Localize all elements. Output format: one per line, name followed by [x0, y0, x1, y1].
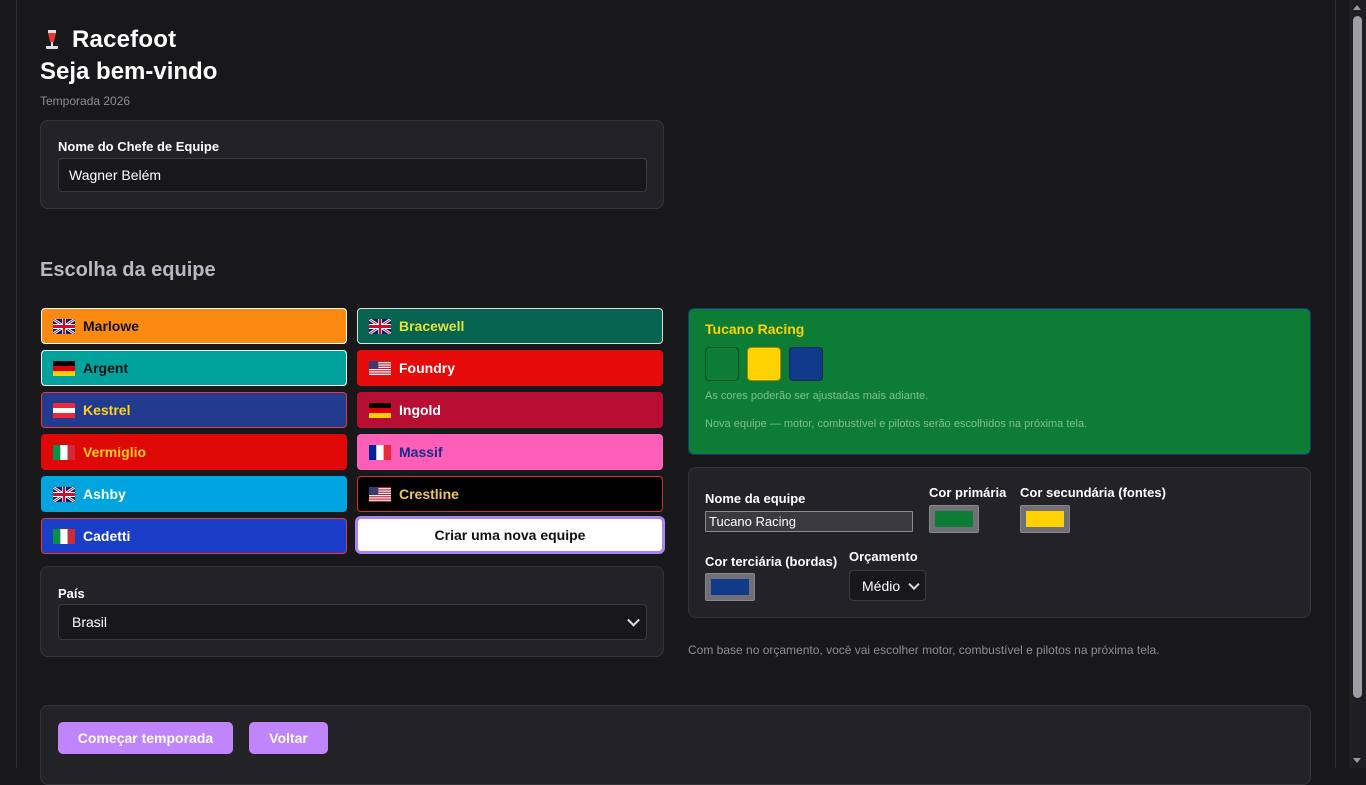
budget-label: Orçamento	[849, 549, 918, 564]
frame-left-line	[16, 0, 17, 768]
preview-team-name: Tucano Racing	[705, 321, 805, 337]
team-option-kestrel[interactable]: Kestrel	[41, 392, 347, 428]
team-option-label: Foundry	[399, 360, 455, 376]
frame-right-line	[1335, 0, 1336, 768]
germany-flag-icon	[369, 402, 391, 418]
secondary-color-swatch	[747, 347, 781, 381]
trophy-icon	[46, 30, 58, 49]
country-card: País Brasil	[40, 566, 664, 657]
primary-color-swatch	[705, 347, 739, 381]
page-title: Seja bem-vindo	[40, 58, 218, 85]
team-option-label: Argent	[83, 360, 129, 376]
team-name-label: Nome da equipe	[705, 491, 806, 506]
budget-select[interactable]: Médio	[849, 570, 926, 601]
preview-note-colors: As cores poderão ser ajustadas mais adia…	[705, 390, 929, 402]
start-season-button[interactable]: Começar temporada	[58, 722, 233, 754]
brand: Racefoot	[40, 26, 176, 54]
team-option-label: Kestrel	[83, 402, 131, 418]
scrollbar[interactable]	[1349, 0, 1366, 768]
austria-flag-icon	[53, 402, 75, 418]
tertiary-color-label: Cor terciária (bordas)	[705, 554, 838, 569]
team-option-bracewell[interactable]: Bracewell	[357, 308, 663, 344]
germany-flag-icon	[53, 360, 75, 376]
chevron-down-icon	[627, 613, 640, 627]
team-preview-card: Tucano Racing As cores poderão ser ajust…	[688, 308, 1311, 455]
scroll-down-arrow-icon[interactable]	[1353, 758, 1361, 763]
preview-note-new-team: Nova equipe — motor, combustível e pilot…	[705, 418, 1088, 430]
manager-name-label: Nome do Chefe de Equipe	[58, 139, 220, 154]
scroll-up-arrow-icon[interactable]	[1353, 5, 1361, 10]
manager-name-input[interactable]: Wagner Belém	[58, 158, 647, 192]
team-option-foundry[interactable]: Foundry	[357, 350, 663, 386]
create-team-button[interactable]: Criar uma nova equipe	[355, 516, 665, 554]
team-option-label: Marlowe	[83, 318, 140, 334]
team-option-label: Bracewell	[399, 318, 465, 334]
country-label: País	[58, 586, 85, 601]
team-option-label: Ashby	[83, 486, 126, 502]
team-option-label: Massif	[399, 444, 443, 460]
tertiary-color-picker[interactable]	[705, 573, 755, 601]
uk-flag-icon	[53, 486, 75, 502]
country-value: Brasil	[72, 614, 108, 630]
team-option-label: Crestline	[399, 486, 459, 502]
italy-flag-icon	[53, 444, 75, 460]
team-option-argent[interactable]: Argent	[41, 350, 347, 386]
team-option-ingold[interactable]: Ingold	[357, 392, 663, 428]
budget-footnote: Com base no orçamento, você vai escolher…	[688, 643, 1160, 657]
secondary-color-picker[interactable]	[1020, 505, 1070, 533]
uk-flag-icon	[369, 318, 391, 334]
primary-color-fill	[935, 511, 973, 527]
team-option-label: Ingold	[399, 402, 441, 418]
team-name-input[interactable]: Tucano Racing	[705, 511, 913, 532]
tertiary-color-swatch	[789, 347, 823, 381]
scrollbar-thumb[interactable]	[1353, 16, 1362, 698]
tertiary-color-fill	[711, 579, 749, 595]
manager-card: Nome do Chefe de Equipe Wagner Belém	[40, 120, 664, 209]
primary-color-label: Cor primária	[929, 485, 1007, 500]
team-option-label: Vermiglio	[83, 444, 147, 460]
primary-color-picker[interactable]	[929, 505, 979, 533]
team-option-crestline[interactable]: Crestline	[357, 476, 663, 512]
country-select[interactable]: Brasil	[58, 604, 647, 640]
team-option-ashby[interactable]: Ashby	[41, 476, 347, 512]
secondary-color-fill	[1026, 511, 1064, 527]
season-label: Temporada 2026	[40, 94, 131, 108]
team-option-massif[interactable]: Massif	[357, 434, 663, 470]
back-button[interactable]: Voltar	[249, 722, 328, 754]
uk-flag-icon	[53, 318, 75, 334]
usa-flag-icon	[369, 486, 391, 502]
team-section-title: Escolha da equipe	[40, 259, 216, 281]
team-option-marlowe[interactable]: Marlowe	[41, 308, 347, 344]
brand-name: Racefoot	[72, 26, 177, 53]
team-option-vermiglio[interactable]: Vermiglio	[41, 434, 347, 470]
secondary-color-label: Cor secundária (fontes)	[1020, 485, 1166, 500]
budget-value: Médio	[862, 577, 901, 594]
team-option-label: Cadetti	[83, 528, 131, 544]
team-option-cadetti[interactable]: Cadetti	[41, 518, 347, 554]
usa-flag-icon	[369, 360, 391, 376]
france-flag-icon	[369, 444, 391, 460]
chevron-down-icon	[908, 578, 920, 590]
italy-flag-icon	[53, 528, 75, 544]
